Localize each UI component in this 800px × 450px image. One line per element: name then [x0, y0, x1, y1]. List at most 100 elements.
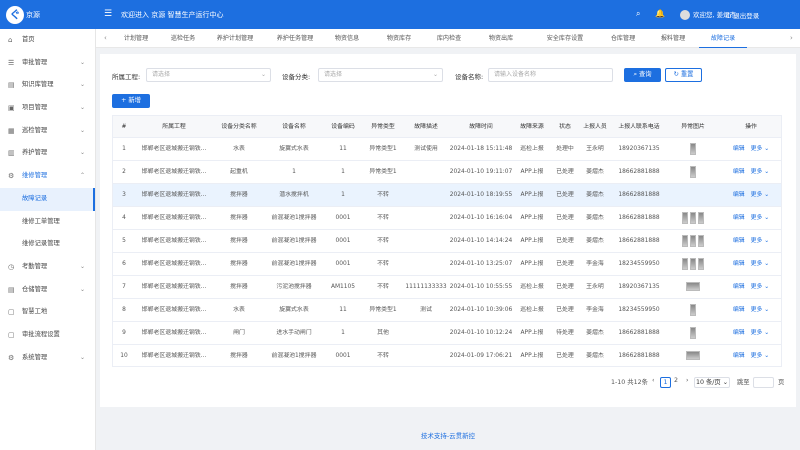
edit-link[interactable]: 编辑	[733, 330, 745, 336]
page-2-button[interactable]: 2	[674, 377, 678, 384]
sidebar-item-repair-record[interactable]: 维修记录管理	[0, 233, 95, 256]
tab-item[interactable]: 报料管理	[652, 29, 694, 48]
fault-image-thumbnail[interactable]	[690, 165, 696, 178]
fault-image-thumbnail[interactable]	[682, 234, 688, 247]
tab-item[interactable]: 物资库存	[378, 29, 420, 48]
tab-next-icon[interactable]: ›	[790, 29, 793, 48]
table-row[interactable]: 3 邯郸老区退城搬迁钢铁... 搅拌器 潜水搅拌机 1 不转 2024-01-10 18:1…	[113, 184, 781, 207]
fault-image-thumbnail[interactable]	[690, 303, 696, 316]
add-button[interactable]: + 新增	[112, 94, 150, 108]
cell-description	[403, 322, 449, 345]
more-dropdown[interactable]: 更多 ⌄	[751, 330, 770, 336]
sidebar-item-repair-order[interactable]: 维修工单管理	[0, 211, 95, 234]
table-row[interactable]: 9 邯郸老区退城搬迁钢铁... 闸门 进水手动闸门 1 其他 2024-01-10 10:1…	[113, 322, 781, 345]
menu-toggle-icon[interactable]: ☰	[104, 9, 112, 19]
more-dropdown[interactable]: 更多 ⌄	[751, 284, 770, 290]
reset-button[interactable]: ↻ 重置	[665, 68, 702, 82]
table-row[interactable]: 5 邯郸老区退城搬迁钢铁... 搅拌器 前混凝池1搅拌器 0001 不转 2024-01-1…	[113, 230, 781, 253]
edit-link[interactable]: 编辑	[733, 192, 745, 198]
sidebar-item-project[interactable]: ▣ 项目管理 ⌄	[0, 97, 95, 120]
sidebar-item-knowledge[interactable]: ▤ 知识库管理 ⌄	[0, 74, 95, 97]
table-row[interactable]: 2 邯郸老区退城搬迁钢铁... 起重机 1 1 异常类型1 2024-01-10 19:11…	[113, 161, 781, 184]
sidebar-item-inspection[interactable]: ▦ 巡检管理 ⌄	[0, 120, 95, 143]
sidebar-item-maintenance[interactable]: ▥ 养护管理 ⌄	[0, 142, 95, 165]
tab-item[interactable]: 库内检查	[428, 29, 470, 48]
more-dropdown[interactable]: 更多 ⌄	[751, 238, 770, 244]
sidebar-item-system[interactable]: ⚙ 系统管理 ⌄	[0, 347, 95, 370]
edit-link[interactable]: 编辑	[733, 307, 745, 313]
fault-image-thumbnail[interactable]	[690, 234, 696, 247]
fault-image-thumbnail[interactable]	[690, 257, 696, 270]
device-name-input[interactable]: 请输入设备名称	[488, 68, 613, 82]
tab-item[interactable]: 安全库存设置	[532, 29, 598, 48]
sidebar-item-approval[interactable]: ☰ 审批管理 ⌄	[0, 52, 95, 75]
page-size-select[interactable]: 10 条/页 ⌄	[694, 377, 730, 388]
table-row[interactable]: 4 邯郸老区退城搬迁钢铁... 搅拌器 前混凝池1搅拌器 0001 不转 2024-01-1…	[113, 207, 781, 230]
sidebar-item-repair[interactable]: ⚙ 维修管理 ⌃	[0, 165, 95, 188]
more-dropdown[interactable]: 更多 ⌄	[751, 169, 770, 175]
sidebar-item-storage[interactable]: ▤ 仓储管理 ⌄	[0, 279, 95, 302]
fault-image-thumbnail[interactable]	[690, 211, 696, 224]
more-dropdown[interactable]: 更多 ⌄	[751, 215, 770, 221]
cell-source: APP上报	[520, 330, 544, 336]
more-dropdown[interactable]: 更多 ⌄	[751, 192, 770, 198]
tab-prev-icon[interactable]: ‹	[104, 29, 107, 48]
tab-item[interactable]: 养护任务管理	[266, 29, 324, 48]
edit-link[interactable]: 编辑	[733, 353, 745, 359]
cell-reporter: 李金海	[586, 261, 604, 267]
cell-fault-type: 不转	[377, 261, 389, 267]
edit-link[interactable]: 编辑	[733, 238, 745, 244]
fault-image-thumbnail[interactable]	[682, 211, 688, 224]
tab-item[interactable]: 故障记录	[699, 29, 747, 48]
fault-image-thumbnail[interactable]	[698, 234, 704, 247]
fault-image-thumbnail[interactable]	[682, 257, 688, 270]
more-dropdown[interactable]: 更多 ⌄	[751, 261, 770, 267]
goto-input[interactable]	[753, 377, 774, 388]
footer-credit: 技术支持-云贯新控	[420, 432, 476, 440]
page-next-icon[interactable]: ›	[686, 377, 689, 384]
table-row[interactable]: 1 邯郸老区退城搬迁钢铁... 水表 旋翼式水表 11 异常类型1 测试使用 2024-01-…	[113, 138, 781, 161]
edit-link[interactable]: 编辑	[733, 146, 745, 152]
fault-image-thumbnail[interactable]	[698, 257, 704, 270]
project-select[interactable]: 请选择 ⌄	[146, 68, 271, 82]
tab-item[interactable]: 物资出库	[480, 29, 522, 48]
page-prev-icon[interactable]: ‹	[652, 377, 655, 384]
cell-category: 闸门	[233, 330, 245, 336]
tab-item[interactable]: 巡检任务	[164, 29, 202, 48]
edit-link[interactable]: 编辑	[733, 261, 745, 267]
logout-button[interactable]: ⏻ 退出登录	[726, 10, 759, 21]
more-dropdown[interactable]: 更多 ⌄	[751, 353, 770, 359]
bell-icon[interactable]: 🔔	[655, 9, 665, 18]
category-label: 设备分类:	[282, 73, 311, 81]
search-icon[interactable]: ⌕	[636, 9, 640, 19]
more-dropdown[interactable]: 更多 ⌄	[751, 307, 770, 313]
sidebar-item-attendance[interactable]: ◷ 考勤管理 ⌄	[0, 256, 95, 279]
page-1-button[interactable]: 1	[660, 377, 671, 388]
fault-image-thumbnail[interactable]	[690, 326, 696, 339]
edit-link[interactable]: 编辑	[733, 284, 745, 290]
fault-image-thumbnail[interactable]	[686, 282, 700, 291]
sidebar-item-approval-flow[interactable]: ▢ 审批流程设置	[0, 324, 95, 347]
home-icon: ⌂	[8, 36, 13, 44]
table-row[interactable]: 7 邯郸老区退城搬迁钢铁... 搅拌器 污泥池搅拌器 AM1105 不转 111111333…	[113, 276, 781, 299]
table-row[interactable]: 8 邯郸老区退城搬迁钢铁... 水表 旋翼式水表 11 异常类型1 测试 2024-01-10…	[113, 299, 781, 322]
tab-item[interactable]: 计划管理	[117, 29, 155, 48]
fault-image-thumbnail[interactable]	[686, 351, 700, 360]
table-row[interactable]: 6 邯郸老区退城搬迁钢铁... 搅拌器 前混凝池1搅拌器 0001 不转 2024-01-1…	[113, 253, 781, 276]
tab-item[interactable]: 物资信息	[326, 29, 368, 48]
sidebar-item-fault-record[interactable]: 故障记录	[0, 187, 95, 211]
tab-item[interactable]: 养护计划管理	[206, 29, 264, 48]
sidebar-item-home[interactable]: ⌂ 首页	[0, 29, 95, 52]
cell-description	[403, 345, 449, 366]
fault-image-thumbnail[interactable]	[698, 211, 704, 224]
tab-item[interactable]: 仓库管理	[602, 29, 644, 48]
table-row[interactable]: 10 邯郸老区退城搬迁钢铁... 搅拌器 前混凝池1搅拌器 0001 不转 2024-01-…	[113, 345, 781, 366]
query-button[interactable]: ⌕ 查询	[624, 68, 661, 82]
category-select[interactable]: 请选择 ⌄	[318, 68, 443, 82]
brand-logo[interactable]: ぐ 京源	[6, 6, 46, 24]
edit-link[interactable]: 编辑	[733, 215, 745, 221]
fault-image-thumbnail[interactable]	[690, 142, 696, 155]
edit-link[interactable]: 编辑	[733, 169, 745, 175]
more-dropdown[interactable]: 更多 ⌄	[751, 146, 770, 152]
sidebar-item-smart-site[interactable]: ▢ 智慧工地	[0, 301, 95, 324]
